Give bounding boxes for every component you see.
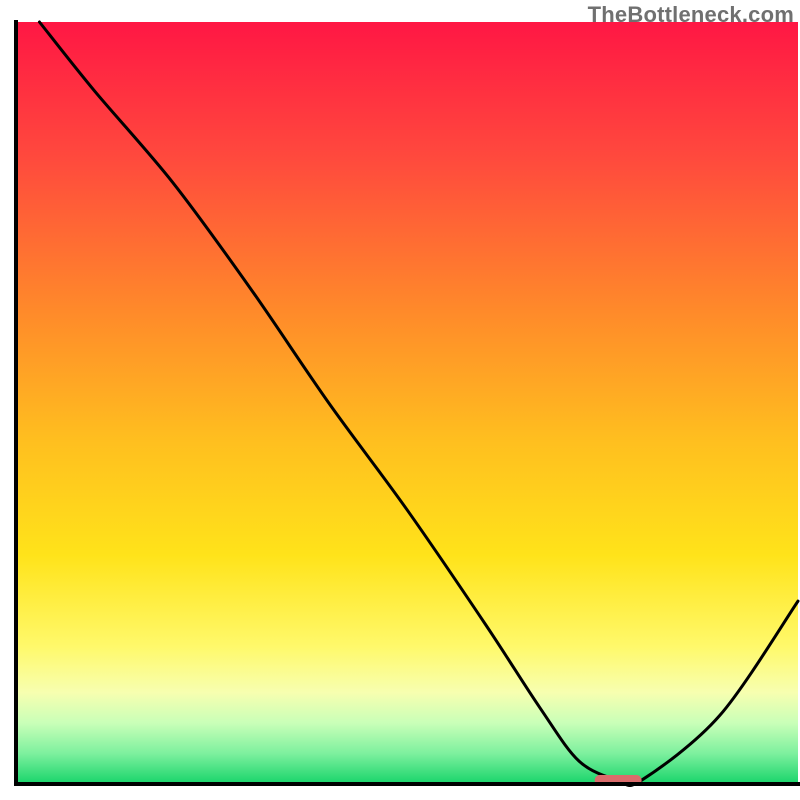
chart-canvas: TheBottleneck.com xyxy=(0,0,800,800)
bottleneck-plot xyxy=(0,0,800,800)
watermark-text: TheBottleneck.com xyxy=(588,2,794,28)
